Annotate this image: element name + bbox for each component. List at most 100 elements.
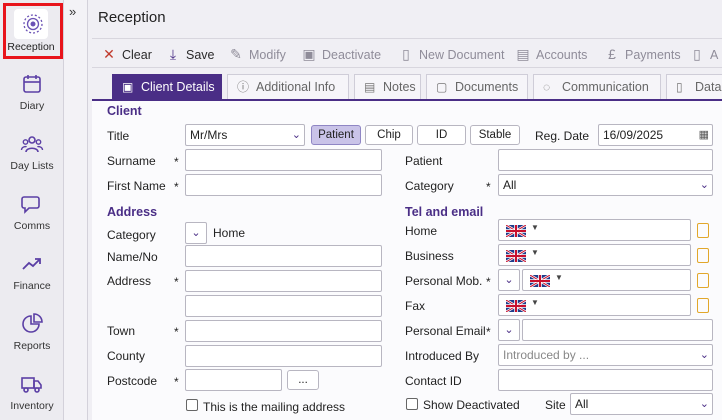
reception-icon [23, 14, 43, 34]
tab-client-details[interactable]: ▣ Client Details [112, 74, 222, 100]
required-mark: * [174, 325, 179, 339]
uk-flag-icon[interactable] [530, 275, 550, 287]
personal-mob-input[interactable]: ▼ [522, 269, 691, 291]
chevron-down-icon: ⌄ [504, 324, 514, 336]
personal-email-type-dropdown[interactable]: ⌄ [498, 319, 520, 341]
title-select[interactable]: Mr/Mrs ⌄ [185, 124, 305, 146]
archive-icon: ▣ [302, 46, 316, 62]
surname-input[interactable] [185, 149, 382, 171]
clipboard-icon[interactable] [697, 273, 709, 288]
mailing-address-checkbox[interactable] [186, 399, 198, 411]
id-toggle-button[interactable]: ID [417, 125, 466, 145]
sidebar-label-reports: Reports [13, 340, 51, 352]
personal-mob-type-dropdown[interactable]: ⌄ [498, 269, 520, 291]
caret-down-icon: ▼ [531, 298, 539, 307]
uk-flag-icon[interactable] [506, 250, 526, 262]
uk-flag-icon[interactable] [506, 300, 526, 312]
home-phone-input[interactable]: ▼ [498, 219, 691, 241]
payments-button[interactable]: £ Payments [604, 44, 681, 64]
address-line2-input[interactable] [185, 295, 382, 317]
clipboard-icon[interactable] [697, 223, 709, 238]
sidebar: Reception Diary Day Lists Comms Finance … [0, 0, 64, 420]
chevron-down-icon: ⌄ [291, 129, 301, 141]
clear-button[interactable]: ✕ Clear [101, 44, 152, 64]
patient-toggle-button[interactable]: Patient [311, 125, 361, 145]
required-mark: * [174, 275, 179, 289]
first-name-input[interactable] [185, 174, 382, 196]
save-button[interactable]: ⤓ Save [165, 44, 215, 64]
sidebar-label-inventory: Inventory [10, 400, 54, 412]
chevron-down-icon: ⌄ [699, 349, 709, 361]
tab-additional-info[interactable]: ⓘ Additional Info [227, 74, 349, 100]
site-select[interactable]: All ⌄ [570, 393, 713, 415]
sidebar-item-reports[interactable]: Reports [0, 312, 64, 352]
clipboard-icon[interactable] [697, 298, 709, 313]
trend-icon [22, 258, 41, 270]
name-no-label: Name/No [107, 250, 158, 264]
patient-input[interactable] [498, 149, 713, 171]
mailing-address-label: This is the mailing address [203, 400, 346, 414]
tab-bar: ▣ Client Details ⓘ Additional Info ▤ Notes … [92, 72, 722, 100]
fax-label: Fax [405, 299, 426, 313]
pencil-icon: ✎ [230, 46, 242, 62]
sidebar-item-inventory[interactable]: Inventory [0, 372, 64, 412]
sidebar-item-reception[interactable]: Reception [3, 3, 65, 59]
accounts-button[interactable]: ▤ Accounts [515, 44, 587, 64]
tab-communication[interactable]: ◌ Communication [533, 74, 661, 100]
uk-flag-icon[interactable] [506, 225, 526, 237]
contact-id-input[interactable] [498, 369, 713, 391]
modify-button[interactable]: ✎ Modify [228, 44, 286, 64]
tab-notes[interactable]: ▤ Notes [354, 74, 421, 100]
address-section-heading: Address [107, 205, 158, 219]
calendar-icon[interactable]: ▦ [699, 125, 709, 145]
sidebar-label-diary: Diary [19, 100, 45, 112]
postcode-label: Postcode [107, 374, 158, 388]
personal-email-input[interactable] [522, 319, 713, 341]
personal-email-label: Personal Email [405, 324, 486, 338]
name-no-input[interactable] [185, 245, 382, 267]
notes-icon: ▤ [364, 80, 376, 94]
required-mark: * [486, 180, 491, 194]
client-details-form: Client Title Mr/Mrs ⌄ Patient Chip ID Sta… [92, 101, 722, 420]
reg-date-input[interactable]: 16/09/2025 ▦ [598, 124, 713, 146]
town-input[interactable] [185, 320, 382, 342]
client-category-select[interactable]: All ⌄ [498, 174, 713, 196]
home-phone-label: Home [405, 224, 438, 238]
deactivate-button[interactable]: ▣ Deactivate [301, 44, 381, 64]
county-input[interactable] [185, 345, 382, 367]
clipboard-icon[interactable] [697, 248, 709, 263]
tab-documents[interactable]: ▢ Documents [426, 74, 528, 100]
sidebar-item-day-lists[interactable]: Day Lists [0, 132, 64, 172]
show-deactivated-label: Show Deactivated [423, 398, 520, 412]
postcode-lookup-button[interactable]: ... [287, 370, 319, 390]
site-label: Site [545, 398, 566, 412]
tab-data[interactable]: ▯ Data [666, 74, 722, 100]
expand-sidebar-icon[interactable]: » [69, 4, 76, 19]
caret-down-icon: ▼ [555, 273, 563, 282]
business-phone-input[interactable]: ▼ [498, 244, 691, 266]
new-document-button[interactable]: ▯ New Document [398, 44, 504, 64]
sidebar-item-diary[interactable]: Diary [0, 72, 64, 112]
address-line1-input[interactable] [185, 270, 382, 292]
truck-icon [21, 377, 42, 393]
required-mark: * [486, 275, 491, 289]
town-label: Town [107, 324, 136, 338]
id-card-icon: ▣ [122, 80, 134, 94]
save-icon: ⤓ [169, 46, 177, 62]
contact-id-label: Contact ID [405, 374, 462, 388]
chip-toggle-button[interactable]: Chip [365, 125, 413, 145]
stable-toggle-button[interactable]: Stable [470, 125, 520, 145]
address-label: Address [107, 274, 152, 288]
fax-input[interactable]: ▼ [498, 294, 691, 316]
sidebar-label-day-lists: Day Lists [10, 160, 54, 172]
more-toolbar-button[interactable]: ▯ A [689, 44, 718, 64]
sidebar-item-finance[interactable]: Finance [0, 252, 64, 292]
introduced-by-select[interactable]: Introduced by ... ⌄ [498, 344, 713, 366]
caret-down-icon: ▼ [531, 248, 539, 257]
address-category-dropdown[interactable]: ⌄ [185, 222, 207, 244]
pie-chart-icon [22, 313, 43, 333]
client-category-label: Category [405, 179, 454, 193]
sidebar-item-comms[interactable]: Comms [0, 192, 64, 232]
postcode-input[interactable] [185, 369, 282, 391]
show-deactivated-checkbox[interactable] [406, 398, 418, 410]
